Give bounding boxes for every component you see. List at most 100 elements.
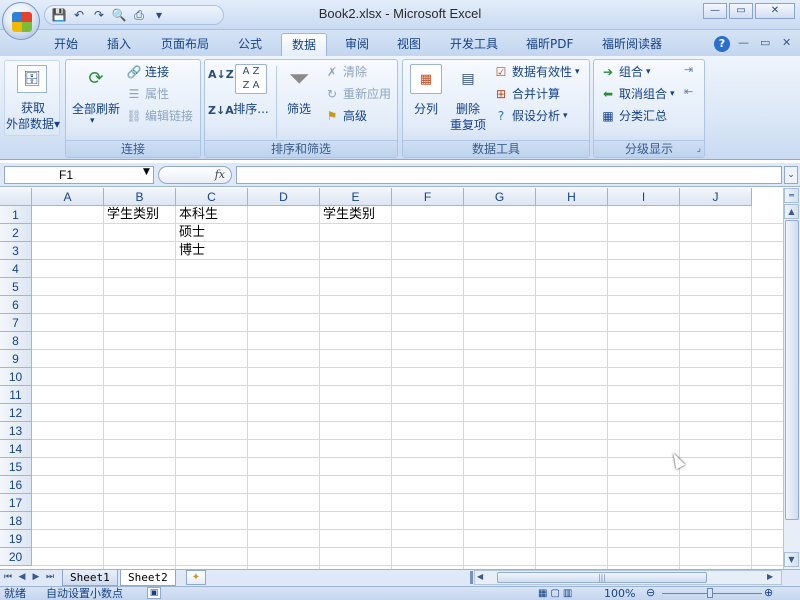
refresh-all-button[interactable]: ⟳ 全部刷新 ▾ [68, 62, 124, 134]
row-header[interactable]: 18 [0, 512, 32, 530]
quick-print-icon[interactable]: ⎙ [131, 7, 147, 23]
column-header[interactable]: A [32, 188, 104, 206]
sheet-tab[interactable]: Sheet2 [120, 570, 176, 586]
cell-C3[interactable]: 博士 [176, 242, 205, 260]
insert-sheet-icon[interactable]: ✦ [186, 570, 206, 585]
column-header[interactable]: F [392, 188, 464, 206]
scroll-down-icon[interactable]: ▼ [784, 552, 799, 567]
last-sheet-icon[interactable]: ⏭ [44, 571, 56, 584]
advanced-button[interactable]: ⚑ 高级 [324, 107, 367, 124]
cell-B1[interactable]: 学生类别 [104, 206, 159, 224]
ribbon-minimize-button[interactable]: — [738, 36, 749, 49]
minimize-button[interactable]: — [703, 3, 727, 19]
row-header[interactable]: 20 [0, 548, 32, 566]
tab-9[interactable]: 福昕阅读器 [592, 33, 672, 56]
vertical-scroll-thumb[interactable] [785, 220, 799, 520]
cell-E1[interactable]: 学生类别 [320, 206, 375, 224]
edit-links-button[interactable]: ⛓ 编辑链接 [126, 107, 193, 124]
chevron-down-icon[interactable]: ▼ [143, 167, 150, 177]
horizontal-scrollbar[interactable]: ◀ ||| ▶ [474, 570, 782, 585]
vertical-scrollbar[interactable]: ═ ▲ ▼ [783, 188, 800, 569]
group-rows-button[interactable]: ➔ 组合 ▾ [600, 63, 651, 80]
row-header[interactable]: 3 [0, 242, 32, 260]
row-header[interactable]: 4 [0, 260, 32, 278]
ribbon-restore-button[interactable]: ▭ [760, 36, 770, 49]
redo-icon[interactable]: ↷ [91, 7, 107, 23]
column-header[interactable]: G [464, 188, 536, 206]
row-header[interactable]: 16 [0, 476, 32, 494]
tab-1[interactable]: 插入 [97, 33, 141, 56]
customize-qat-icon[interactable]: ▾ [151, 7, 167, 23]
close-button[interactable]: ✕ [755, 3, 795, 19]
reapply-button[interactable]: ↻ 重新应用 [324, 85, 391, 102]
formula-input[interactable] [236, 166, 782, 184]
row-header[interactable]: 13 [0, 422, 32, 440]
column-header[interactable]: B [104, 188, 176, 206]
row-header[interactable]: 6 [0, 296, 32, 314]
clear-button[interactable]: ✗ 清除 [324, 63, 367, 80]
subtotal-button[interactable]: ▦ 分类汇总 [600, 107, 667, 124]
insert-function-button[interactable]: fx [158, 166, 232, 184]
column-header[interactable]: C [176, 188, 248, 206]
restore-button[interactable]: ▭ [729, 3, 753, 19]
undo-icon[interactable]: ↶ [71, 7, 87, 23]
row-header[interactable]: 10 [0, 368, 32, 386]
zoom-out-icon[interactable]: ⊖ [646, 586, 655, 599]
row-header[interactable]: 2 [0, 224, 32, 242]
cell-C1[interactable]: 本科生 [176, 206, 218, 224]
prev-sheet-icon[interactable]: ◀ [16, 571, 28, 584]
scroll-right-icon[interactable]: ▶ [767, 572, 773, 581]
expand-formula-bar-icon[interactable]: ⌄ [784, 166, 798, 184]
zoom-level[interactable]: 100% [604, 587, 635, 600]
save-icon[interactable]: 💾 [51, 7, 67, 23]
name-box[interactable]: F1 [4, 166, 154, 184]
sort-asc-button[interactable]: A↓Z [208, 68, 234, 86]
tab-6[interactable]: 视图 [387, 33, 431, 56]
tab-8[interactable]: 福昕PDF [516, 33, 583, 56]
text-to-columns-button[interactable]: ▦ 分列 [406, 62, 446, 134]
scroll-left-icon[interactable]: ◀ [477, 572, 483, 581]
column-header[interactable]: D [248, 188, 320, 206]
sort-desc-button[interactable]: Z↓A [208, 104, 234, 122]
row-header[interactable]: 8 [0, 332, 32, 350]
remove-duplicates-button[interactable]: ▤ 删除 重复项 [448, 62, 488, 134]
view-buttons[interactable]: ▦▢▥ [538, 587, 575, 600]
connections-button[interactable]: 🔗 连接 [126, 63, 170, 80]
dialog-launcher-icon[interactable]: ⌟ [697, 144, 701, 154]
row-header[interactable]: 15 [0, 458, 32, 476]
row-header[interactable]: 14 [0, 440, 32, 458]
tab-3[interactable]: 公式 [228, 33, 272, 56]
column-header[interactable]: I [608, 188, 680, 206]
print-preview-icon[interactable]: 🔍 [111, 7, 127, 23]
row-header[interactable]: 7 [0, 314, 32, 332]
row-header[interactable]: 17 [0, 494, 32, 512]
ungroup-rows-button[interactable]: ⬅ 取消组合 ▾ [600, 85, 675, 102]
tab-2[interactable]: 页面布局 [151, 33, 219, 56]
column-header[interactable]: E [320, 188, 392, 206]
tab-5[interactable]: 审阅 [335, 33, 379, 56]
row-header[interactable]: 1 [0, 206, 32, 224]
worksheet-grid[interactable]: A B C D E F G H I J 1 2 3 4 5 6 7 8 9 10 11 12 13 14 15 16 17 18 19 2… [0, 188, 783, 569]
hide-detail-icon[interactable]: ⇤ [684, 85, 693, 98]
show-detail-icon[interactable]: ⇥ [684, 63, 693, 76]
tab-7[interactable]: 开发工具 [440, 33, 508, 56]
cell-C2[interactable]: 硕士 [176, 224, 205, 242]
column-header[interactable]: J [680, 188, 752, 206]
filter-button[interactable]: ⏷ 筛选 [281, 62, 317, 134]
get-external-data-button[interactable]: 🗄 获取 外部数据▾ [4, 60, 60, 136]
column-header[interactable]: H [536, 188, 608, 206]
row-header[interactable]: 12 [0, 404, 32, 422]
row-header[interactable]: 9 [0, 350, 32, 368]
tab-4[interactable]: 数据 [281, 33, 328, 56]
sort-button[interactable]: A ZZ A 排序... [231, 62, 271, 134]
select-all-corner[interactable] [0, 188, 32, 206]
ribbon-close-button[interactable]: ✕ [782, 36, 791, 49]
office-button[interactable] [2, 2, 40, 40]
horizontal-scroll-thumb[interactable]: ||| [497, 572, 707, 583]
data-validation-button[interactable]: ☑ 数据有效性 ▾ [493, 63, 580, 80]
help-icon[interactable]: ? [714, 36, 730, 52]
scroll-up-icon[interactable]: ▲ [784, 204, 799, 219]
what-if-button[interactable]: ? 假设分析 ▾ [493, 107, 568, 124]
row-header[interactable]: 11 [0, 386, 32, 404]
sheet-tab[interactable]: Sheet1 [62, 570, 118, 586]
